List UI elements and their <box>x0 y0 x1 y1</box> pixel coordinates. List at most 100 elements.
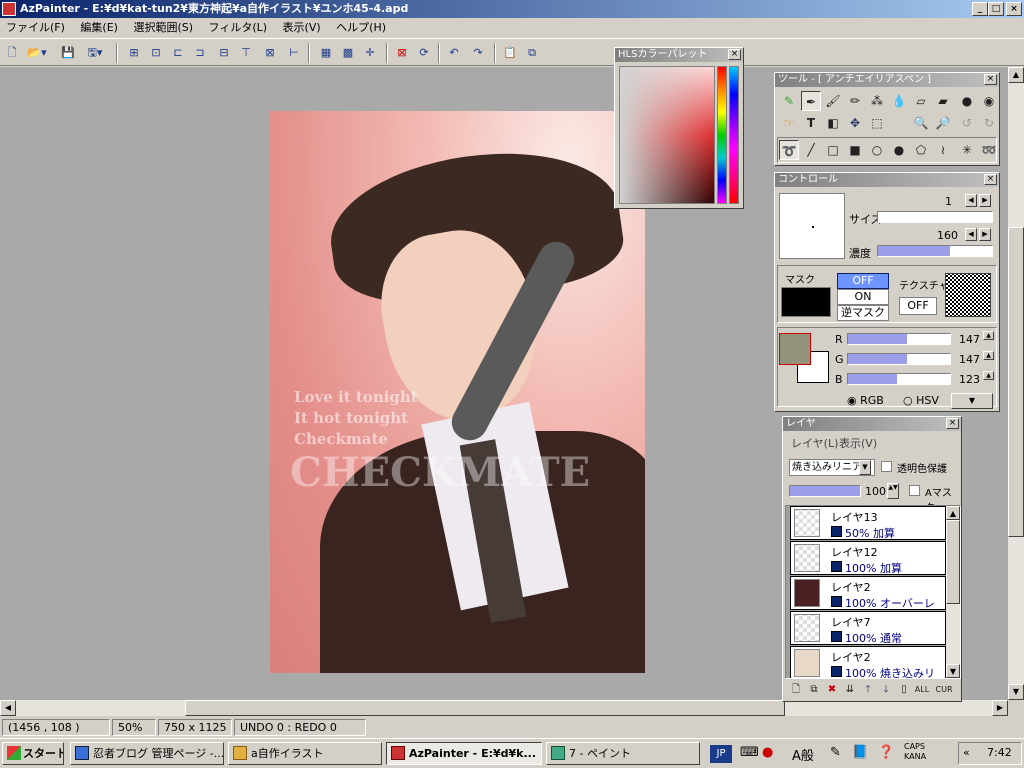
maximize-button[interactable]: □ <box>988 2 1004 16</box>
tool-close-icon[interactable]: × <box>984 74 997 85</box>
redo-icon[interactable]: ↷ <box>468 43 488 63</box>
hsv-radio[interactable]: ○ HSV <box>903 394 939 407</box>
tray-expand-icon[interactable]: « <box>963 746 970 759</box>
aa-pen-icon[interactable]: ✒ <box>801 91 821 111</box>
control-close-icon[interactable]: × <box>984 174 997 185</box>
reload-icon[interactable]: ⟳ <box>414 43 434 63</box>
texture-preview[interactable] <box>945 273 991 317</box>
fit-icon[interactable]: ⧉ <box>522 43 542 63</box>
rotate-right-icon[interactable]: ↻ <box>979 113 999 133</box>
b-spin-icon[interactable]: ▲ <box>983 371 994 380</box>
layer-row[interactable]: レイヤ12 100% 加算 <box>790 541 946 575</box>
new-file-icon[interactable]: 🗋 <box>2 43 22 63</box>
freehand-icon[interactable]: ➰ <box>779 140 799 160</box>
start-button[interactable]: スタート <box>2 742 64 765</box>
layer-scroll-thumb[interactable] <box>946 520 960 604</box>
blend-dropdown-icon[interactable]: ▼ <box>859 460 871 475</box>
taskbar-item-azpainter[interactable]: AzPainter - E:¥d¥k... <box>386 742 542 765</box>
ime-indicator[interactable]: JP <box>710 745 732 763</box>
menu-view[interactable]: 表示(V) <box>277 18 327 37</box>
vertical-scroll-thumb[interactable] <box>1008 227 1024 537</box>
tool-m-icon[interactable]: ⊠ <box>260 43 280 63</box>
layer-visible-icon[interactable] <box>831 631 842 642</box>
text-tool-icon[interactable]: T <box>801 113 821 133</box>
layer-scrollbar[interactable]: ▲ ▼ <box>946 506 960 678</box>
tool-c-icon[interactable]: ⊡ <box>146 43 166 63</box>
mask-inverse-option[interactable]: 逆マスク <box>837 305 889 321</box>
menu-edit[interactable]: 編集(E) <box>74 18 124 37</box>
density-inc-icon[interactable]: ▶ <box>979 228 991 241</box>
move-icon[interactable]: ✥ <box>845 113 865 133</box>
r-slider[interactable] <box>847 333 951 345</box>
layer-up-icon[interactable]: 🡑 <box>859 681 877 699</box>
scroll-down-icon[interactable]: ▼ <box>1008 684 1024 700</box>
copy-layer-icon[interactable]: ⧉ <box>805 681 823 699</box>
menu-filter[interactable]: フィルタ(L) <box>203 18 274 37</box>
tool-f-icon[interactable]: ⊢ <box>284 43 304 63</box>
density-slider[interactable] <box>877 245 993 257</box>
pencil-icon[interactable]: ✏ <box>845 91 865 111</box>
size-slider[interactable] <box>877 211 993 223</box>
input-mode-icon[interactable]: A般 <box>792 745 814 764</box>
menu-selection[interactable]: 選択範囲(S) <box>127 18 199 37</box>
tool-h-icon[interactable]: ⊟ <box>214 43 234 63</box>
taskbar-item-paint[interactable]: 7 - ペイント <box>546 742 700 765</box>
ime-help-icon[interactable]: ❓ <box>878 745 894 760</box>
star-icon[interactable]: ✳ <box>957 140 977 160</box>
zoom-in-icon[interactable]: 🔍 <box>911 113 931 133</box>
foreground-color[interactable] <box>779 333 811 365</box>
size-inc-icon[interactable]: ▶ <box>979 194 991 207</box>
grid-icon[interactable]: ▦ <box>316 43 336 63</box>
scroll-up-icon[interactable]: ▲ <box>1008 67 1024 83</box>
ime-tool-icon[interactable]: ✎ <box>830 745 841 760</box>
finger-icon[interactable]: ☞ <box>779 113 799 133</box>
zoom-out-icon[interactable]: 🔎 <box>933 113 953 133</box>
layer-row[interactable]: レイヤ2 100% オーバーレイ <box>790 576 946 626</box>
g-spin-icon[interactable]: ▲ <box>983 351 994 360</box>
clock[interactable]: 7:42 <box>987 746 1012 759</box>
delete-layer-icon[interactable]: ✖ <box>823 681 841 699</box>
app-icon[interactable] <box>2 2 16 16</box>
layer-visible-icon[interactable] <box>831 666 842 677</box>
horizontal-scrollbar[interactable]: ◀ ▶ <box>0 700 1008 716</box>
amask-checkbox[interactable] <box>909 485 920 496</box>
tool-cl-icon[interactable]: ⊏ <box>168 43 188 63</box>
mask-on-option[interactable]: ON <box>837 289 889 305</box>
hls-close-icon[interactable]: × <box>728 49 741 60</box>
drop-icon[interactable]: 💧 <box>889 91 909 111</box>
layer-visible-icon[interactable] <box>831 596 842 607</box>
size-dec-icon[interactable]: ◀ <box>965 194 977 207</box>
layer-opacity-slider[interactable] <box>789 485 861 497</box>
rgb-radio[interactable]: ◉ RGB <box>847 394 884 407</box>
rotate-left-icon[interactable]: ↺ <box>957 113 977 133</box>
lasso-icon[interactable]: ➿ <box>979 140 999 160</box>
layer-scroll-down-icon[interactable]: ▼ <box>946 664 960 678</box>
close-doc-icon[interactable]: ⊠ <box>392 43 412 63</box>
drawing-canvas[interactable]: Love it tonight It hot tonight Checkmate… <box>270 111 645 673</box>
scroll-left-icon[interactable]: ◀ <box>0 700 16 716</box>
select-rect-icon[interactable]: ⬚ <box>867 113 887 133</box>
mask-color[interactable] <box>781 287 831 317</box>
undo-icon[interactable]: ↶ <box>444 43 464 63</box>
eraser-icon[interactable]: ▱ <box>911 91 931 111</box>
checker-icon[interactable]: ▩ <box>338 43 358 63</box>
vertical-scrollbar[interactable]: ▲ ▼ <box>1008 67 1024 700</box>
taskbar-item-folder[interactable]: a自作イラスト <box>228 742 382 765</box>
hue-bar-1[interactable] <box>717 66 727 204</box>
taskbar-item-blog[interactable]: 忍者ブログ 管理ページ -... <box>70 742 224 765</box>
menu-help[interactable]: ヘルプ(H) <box>330 18 392 37</box>
layer-menu-layer[interactable]: レイヤ(L) <box>791 435 838 451</box>
pen-icon[interactable]: ✎ <box>779 91 799 111</box>
r-spin-icon[interactable]: ▲ <box>983 331 994 340</box>
ellipse-fill-icon[interactable]: ● <box>889 140 909 160</box>
layer-cur-icon[interactable]: CUR <box>933 681 955 699</box>
layer-down-icon[interactable]: 🡓 <box>877 681 895 699</box>
rect-fill-icon[interactable]: ■ <box>845 140 865 160</box>
keyboard-icon[interactable]: ⌨ <box>740 745 759 760</box>
spline-icon[interactable]: ≀ <box>933 140 953 160</box>
layer-visible-icon[interactable] <box>831 561 842 572</box>
layer-row[interactable]: レイヤ7 100% 通常 <box>790 611 946 645</box>
eraser2-icon[interactable]: ▰ <box>933 91 953 111</box>
tool-tl-icon[interactable]: ⊞ <box>124 43 144 63</box>
ime-dict-icon[interactable]: 📘 <box>852 745 868 760</box>
